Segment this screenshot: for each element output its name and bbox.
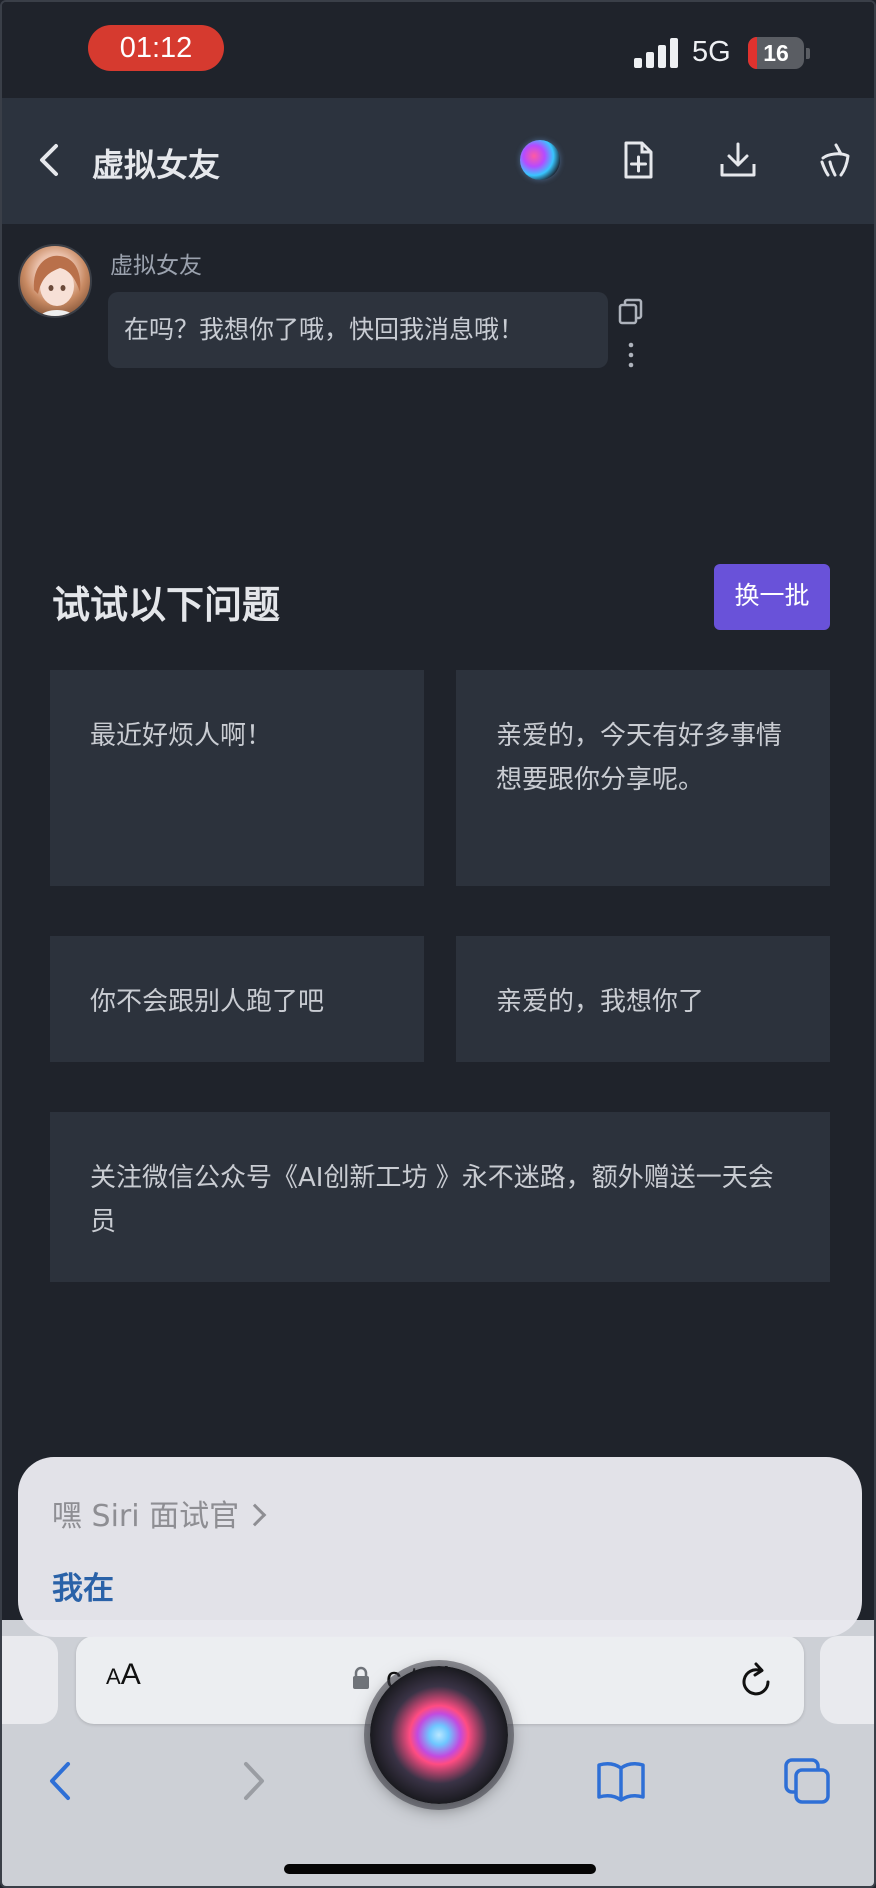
bookmarks-icon[interactable] bbox=[596, 1756, 646, 1806]
back-chevron-icon[interactable] bbox=[30, 136, 70, 184]
forward-arrow-icon[interactable] bbox=[228, 1756, 278, 1806]
back-arrow-icon[interactable] bbox=[36, 1756, 86, 1806]
message-bubble[interactable]: 在吗？我想你了哦，快回我消息哦！ bbox=[108, 292, 608, 368]
battery-cap bbox=[806, 48, 810, 59]
phone-screen: 01:12 5G 16 虚拟女友 虚拟女友 在吗？我想你了哦，快回我消息哦！ 试… bbox=[0, 0, 876, 1888]
reload-icon[interactable] bbox=[738, 1658, 776, 1700]
avatar[interactable] bbox=[18, 244, 92, 318]
lock-icon bbox=[352, 1666, 370, 1690]
refresh-suggestions-button[interactable]: 换一批 bbox=[714, 564, 830, 630]
new-document-icon[interactable] bbox=[614, 136, 662, 184]
suggestion-card[interactable]: 你不会跟别人跑了吧 bbox=[50, 936, 424, 1062]
siri-reply: 我在 bbox=[52, 1571, 114, 1607]
copy-icon[interactable] bbox=[616, 296, 646, 326]
download-icon[interactable] bbox=[714, 136, 762, 184]
network-type: 5G bbox=[692, 36, 731, 68]
suggestion-card-promo[interactable]: 关注微信公众号《AI创新工坊 》永不迷路，额外赠送一天会员 bbox=[50, 1112, 830, 1282]
page-title: 虚拟女友 bbox=[92, 146, 221, 184]
status-time[interactable]: 01:12 bbox=[88, 25, 224, 71]
suggestion-card[interactable]: 最近好烦人啊！ bbox=[50, 670, 424, 886]
more-vertical-icon[interactable] bbox=[616, 340, 646, 370]
next-tab-peek[interactable] bbox=[820, 1636, 874, 1724]
suggestions-title: 试试以下问题 bbox=[52, 583, 281, 627]
chevron-right-icon bbox=[243, 1503, 267, 1527]
cellular-signal-icon bbox=[634, 38, 678, 68]
siri-orb-icon[interactable] bbox=[516, 136, 564, 184]
text-size-button[interactable]: AA bbox=[106, 1658, 141, 1692]
suggestion-card[interactable]: 亲爱的，今天有好多事情想要跟你分享呢。 bbox=[456, 670, 830, 886]
app-header: 虚拟女友 bbox=[2, 98, 874, 224]
siri-orb-icon[interactable] bbox=[370, 1666, 508, 1804]
clean-icon[interactable] bbox=[810, 136, 858, 184]
suggestion-card[interactable]: 亲爱的，我想你了 bbox=[456, 936, 830, 1062]
battery-icon: 16 bbox=[748, 37, 804, 69]
previous-tab-peek[interactable] bbox=[2, 1636, 58, 1724]
battery-level: 16 bbox=[763, 40, 789, 66]
tabs-icon[interactable] bbox=[782, 1756, 832, 1806]
siri-query[interactable]: 嘿 Siri 面试官 bbox=[52, 1491, 267, 1535]
siri-banner[interactable]: 嘿 Siri 面试官 我在 bbox=[18, 1457, 862, 1637]
status-bar: 01:12 5G 16 bbox=[2, 2, 874, 98]
home-indicator[interactable] bbox=[284, 1864, 596, 1874]
sender-name: 虚拟女友 bbox=[110, 253, 202, 279]
